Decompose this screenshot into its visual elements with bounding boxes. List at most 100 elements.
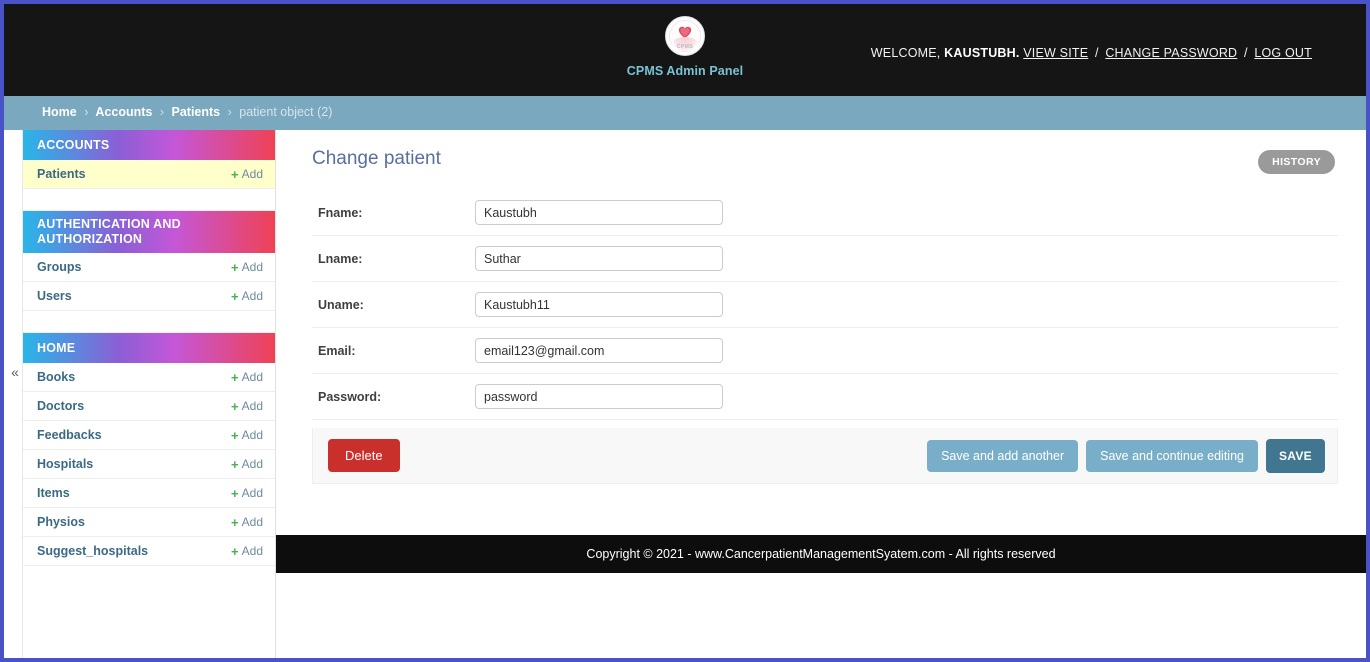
sidebar-block-gap xyxy=(23,189,275,211)
breadcrumb-separator: › xyxy=(84,105,89,119)
lname-label: Lname: xyxy=(318,251,363,266)
sidebar-item-suggest-hospitals[interactable]: Suggest_hospitals + Add xyxy=(23,537,275,566)
breadcrumb: Home › Accounts › Patients › patient obj… xyxy=(4,96,1366,130)
change-password-link[interactable]: CHANGE PASSWORD xyxy=(1105,46,1237,60)
breadcrumb-item-current: patient object (2) xyxy=(239,105,333,119)
sidebar-item-label: Doctors xyxy=(37,399,85,413)
save-button[interactable]: SAVE xyxy=(1266,438,1325,473)
add-users-link[interactable]: + Add xyxy=(231,289,263,303)
add-label: Add xyxy=(241,260,263,274)
user-tools: WELCOME, KAUSTUBH. VIEW SITE / CHANGE PA… xyxy=(871,46,1312,60)
add-physios-link[interactable]: + Add xyxy=(231,515,263,529)
breadcrumb-separator: › xyxy=(159,105,165,119)
uname-input[interactable] xyxy=(475,292,723,317)
add-items-link[interactable]: + Add xyxy=(231,486,263,500)
plus-icon: + xyxy=(231,514,239,530)
page-title: Change patient xyxy=(312,148,441,169)
breadcrumb-item-patients[interactable]: Patients xyxy=(172,105,221,119)
plus-icon: + xyxy=(231,485,239,501)
add-label: Add xyxy=(241,399,263,413)
brand[interactable]: CPMS CPMS Admin Panel xyxy=(565,16,805,78)
cpms-logo-icon: CPMS xyxy=(665,16,705,56)
log-out-link[interactable]: LOG OUT xyxy=(1254,46,1312,60)
page-frame: CPMS CPMS Admin Panel WELCOME, KAUSTUBH.… xyxy=(0,0,1370,662)
add-label: Add xyxy=(241,486,263,500)
sidebar-collapse-icon[interactable]: « xyxy=(8,362,22,382)
save-and-add-another-button[interactable]: Save and add another xyxy=(927,439,1079,472)
add-label: Add xyxy=(241,289,263,303)
password-label: Password: xyxy=(318,389,382,404)
add-hospitals-link[interactable]: + Add xyxy=(231,457,263,471)
sidebar-item-feedbacks[interactable]: Feedbacks + Add xyxy=(23,421,275,450)
welcome-label: WELCOME, xyxy=(870,46,941,60)
submit-actions: Save and add another Save and continue e… xyxy=(927,438,1325,473)
patient-form: Fname: Lname: Uname: Email: Password: xyxy=(312,190,1338,420)
plus-icon: + xyxy=(231,288,239,304)
sidebar-item-patients[interactable]: Patients + Add xyxy=(23,160,275,189)
link-separator-1: / xyxy=(1094,46,1099,60)
history-button[interactable]: HISTORY xyxy=(1258,150,1335,174)
add-groups-link[interactable]: + Add xyxy=(231,260,263,274)
sidebar-item-items[interactable]: Items + Add xyxy=(23,479,275,508)
current-username: KAUSTUBH. xyxy=(944,46,1020,60)
fname-label: Fname: xyxy=(318,205,363,220)
sidebar-item-groups[interactable]: Groups + Add xyxy=(23,253,275,282)
email-input[interactable] xyxy=(475,338,723,363)
email-label: Email: xyxy=(318,343,356,358)
sidebar-block-gap xyxy=(23,311,275,333)
site-footer: Copyright © 2021 - www.CancerpatientMana… xyxy=(276,535,1366,573)
view-site-link[interactable]: VIEW SITE xyxy=(1023,46,1088,60)
save-and-continue-editing-button[interactable]: Save and continue editing xyxy=(1086,439,1258,472)
delete-button[interactable]: Delete xyxy=(328,439,400,472)
add-label: Add xyxy=(241,544,263,558)
fname-input[interactable] xyxy=(475,200,723,225)
add-patients-link[interactable]: + Add xyxy=(231,167,263,181)
add-doctors-link[interactable]: + Add xyxy=(231,399,263,413)
add-label: Add xyxy=(241,515,263,529)
lname-input[interactable] xyxy=(475,246,723,271)
sidebar-item-label: Hospitals xyxy=(37,457,94,471)
copyright-text: Copyright © 2021 - www.CancerpatientMana… xyxy=(586,547,1056,561)
submit-row: Delete Save and add another Save and con… xyxy=(312,428,1338,484)
form-row-fname: Fname: xyxy=(312,190,1338,236)
add-label: Add xyxy=(241,457,263,471)
sidebar-item-label: Physios xyxy=(37,515,85,529)
plus-icon: + xyxy=(231,369,239,385)
add-suggest-hospitals-link[interactable]: + Add xyxy=(231,544,263,558)
sidebar-item-users[interactable]: Users + Add xyxy=(23,282,275,311)
add-label: Add xyxy=(241,370,263,384)
plus-icon: + xyxy=(231,166,239,182)
sidebar-item-physios[interactable]: Physios + Add xyxy=(23,508,275,537)
plus-icon: + xyxy=(231,259,239,275)
sidebar-item-hospitals[interactable]: Hospitals + Add xyxy=(23,450,275,479)
plus-icon: + xyxy=(231,427,239,443)
plus-icon: + xyxy=(231,456,239,472)
brand-title: CPMS Admin Panel xyxy=(626,64,744,78)
add-feedbacks-link[interactable]: + Add xyxy=(231,428,263,442)
sidebar: ACCOUNTS Patients + Add AUTHENTICATION A… xyxy=(22,130,276,658)
breadcrumb-item-accounts[interactable]: Accounts xyxy=(95,105,152,119)
logo-mark-text: CPMS xyxy=(676,44,694,50)
sidebar-item-label: Suggest_hospitals xyxy=(37,544,149,558)
app-header-auth: AUTHENTICATION AND AUTHORIZATION xyxy=(23,211,275,253)
password-input[interactable] xyxy=(475,384,723,409)
sidebar-item-doctors[interactable]: Doctors + Add xyxy=(23,392,275,421)
app-header-accounts: ACCOUNTS xyxy=(23,130,275,160)
form-row-password: Password: xyxy=(312,374,1338,420)
app-block-home: HOME Books + Add Doctors + Add Feedbacks… xyxy=(23,333,275,566)
content-header: Change patient HISTORY xyxy=(312,148,1336,190)
form-row-email: Email: xyxy=(312,328,1338,374)
sidebar-item-label: Groups xyxy=(37,260,82,274)
add-books-link[interactable]: + Add xyxy=(231,370,263,384)
main-content: Change patient HISTORY Fname: Lname: Una… xyxy=(276,130,1366,658)
sidebar-item-books[interactable]: Books + Add xyxy=(23,363,275,392)
add-label: Add xyxy=(241,428,263,442)
uname-label: Uname: xyxy=(318,297,364,312)
sidebar-item-label: Patients xyxy=(37,167,86,181)
plus-icon: + xyxy=(231,398,239,414)
form-row-lname: Lname: xyxy=(312,236,1338,282)
sidebar-item-label: Feedbacks xyxy=(37,428,102,442)
sidebar-item-label: Users xyxy=(37,289,72,303)
breadcrumb-item-home[interactable]: Home xyxy=(42,105,77,119)
breadcrumb-separator: › xyxy=(227,105,232,119)
